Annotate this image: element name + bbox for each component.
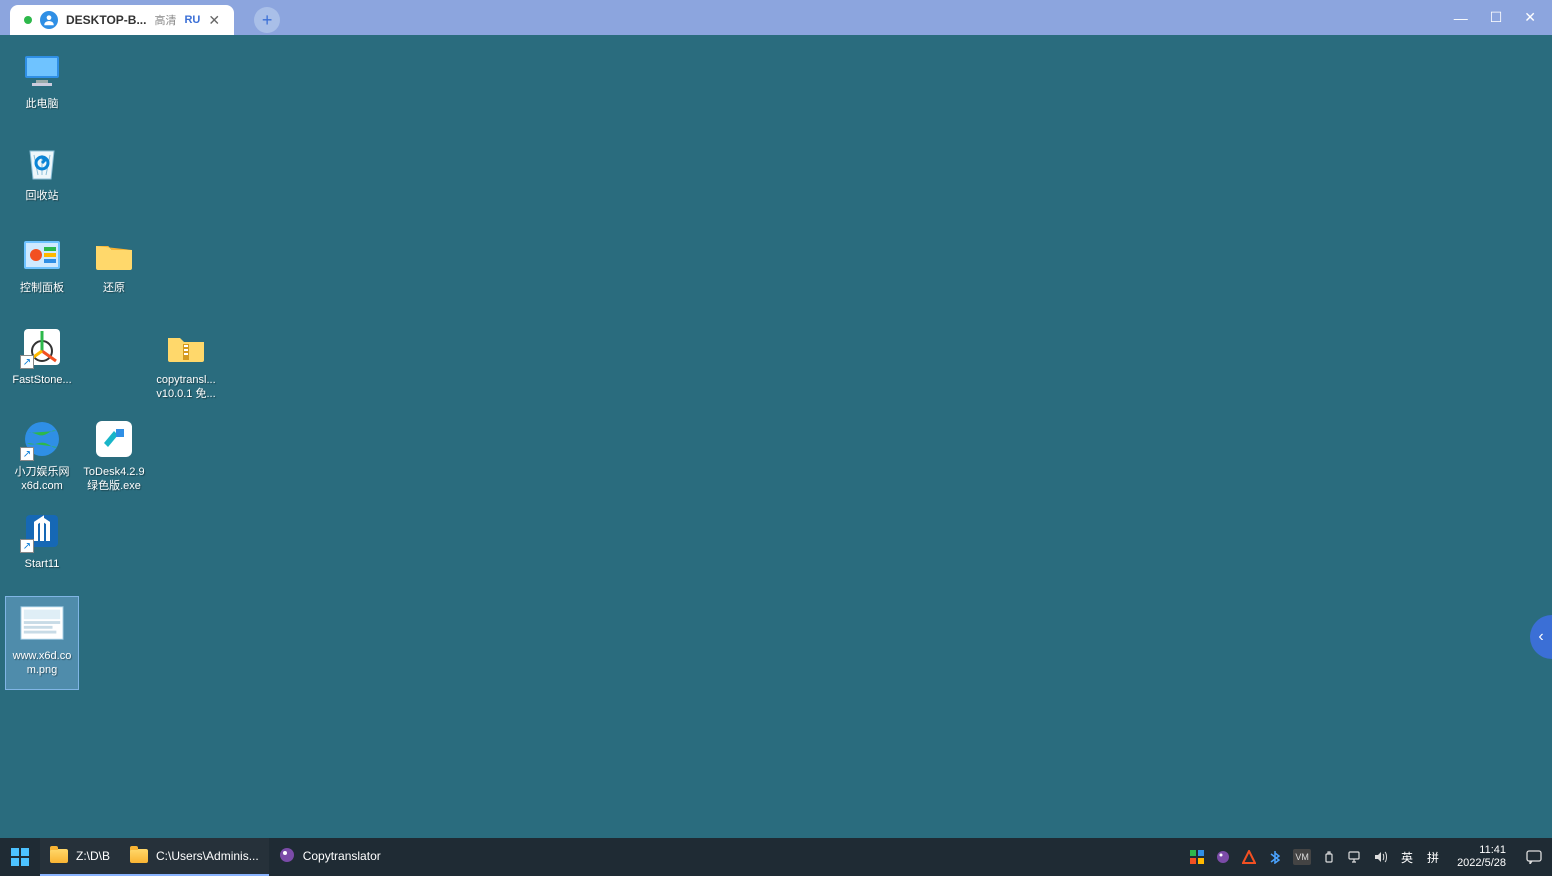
taskbar-item-explorer2[interactable]: C:\Users\Adminis... xyxy=(120,838,269,876)
clock-date: 2022/5/28 xyxy=(1457,857,1506,870)
minimize-button[interactable]: — xyxy=(1454,10,1468,26)
desktop-icon-label: 此电脑 xyxy=(26,97,59,111)
desktop-icon-label: 小刀娱乐网x6d.com xyxy=(15,465,70,493)
shortcut-arrow-icon: ↗ xyxy=(20,539,34,553)
host-tab-bar: DESKTOP-B... 高清 RU ✕ + — ☐ ✕ xyxy=(0,0,1552,35)
clock-time: 11:41 xyxy=(1457,844,1506,857)
connection-tab[interactable]: DESKTOP-B... 高清 RU ✕ xyxy=(10,5,234,35)
desktop-icon-this-pc[interactable]: 此电脑 xyxy=(6,45,78,137)
desktop-icon-label: 回收站 xyxy=(26,189,59,203)
desktop-icons-grid: 此电脑回收站控制面板 还原 ↗ FastStone... copytransl...v1… xyxy=(6,45,222,689)
taskbar-item-explorer1[interactable]: Z:\D\B xyxy=(40,838,120,876)
notifications-icon[interactable] xyxy=(1522,850,1546,864)
window-controls: — ☐ ✕ xyxy=(1454,0,1552,35)
taskbar-item-label: Z:\D\B xyxy=(76,849,110,863)
desktop-icon-todesk[interactable]: ToDesk4.2.9绿色版.exe xyxy=(78,413,150,505)
tab-quality-label: 高清 xyxy=(154,12,176,28)
this-pc-icon xyxy=(20,49,64,93)
usb-eject-icon[interactable] xyxy=(1321,849,1337,865)
maximize-button[interactable]: ☐ xyxy=(1490,9,1503,26)
desktop-icon-copytranslator-pkg[interactable]: copytransl...v10.0.1 免... xyxy=(150,321,222,413)
desktop-icon-x6d[interactable]: ↗ 小刀娱乐网x6d.com xyxy=(6,413,78,505)
desktop-icon-label: Start11 xyxy=(25,557,60,571)
close-tab-icon[interactable]: ✕ xyxy=(208,13,220,27)
volume-icon[interactable] xyxy=(1373,849,1389,865)
desktop-icon-control-panel[interactable]: 控制面板 xyxy=(6,229,78,321)
control-panel-icon xyxy=(20,233,64,277)
taskbar: Z:\D\BC:\Users\Adminis...Copytranslator … xyxy=(0,838,1552,876)
desktop-icon-faststone[interactable]: ↗ FastStone... xyxy=(6,321,78,413)
desktop-icon-x6d-png[interactable]: www.x6d.com.png xyxy=(6,597,78,689)
tab-marker: RU xyxy=(184,14,200,26)
tray-triangle-icon[interactable] xyxy=(1241,849,1257,865)
restore-icon xyxy=(92,233,136,277)
recycle-icon xyxy=(20,141,64,185)
taskbar-clock[interactable]: 11:41 2022/5/28 xyxy=(1451,844,1512,870)
ime-mode[interactable]: 拼 xyxy=(1425,849,1441,865)
desktop-icon-start11[interactable]: ↗ Start11 xyxy=(6,505,78,597)
side-handle[interactable]: ‹ xyxy=(1530,615,1552,659)
desktop-icon-label: 控制面板 xyxy=(20,281,64,295)
chevron-left-icon: ‹ xyxy=(1538,628,1543,646)
desktop-icon-label: copytransl...v10.0.1 免... xyxy=(156,373,215,401)
tab-title: DESKTOP-B... xyxy=(66,13,146,27)
system-tray: VM 英 拼 11:41 2022/5/28 xyxy=(1189,838,1552,876)
vm-icon[interactable]: VM xyxy=(1293,849,1311,865)
new-tab-button[interactable]: + xyxy=(254,7,280,33)
tray-app-icon[interactable] xyxy=(1215,849,1231,865)
tray-quickshare-icon[interactable] xyxy=(1189,849,1205,865)
folder-icon xyxy=(130,849,148,863)
taskbar-item-label: C:\Users\Adminis... xyxy=(156,849,259,863)
remote-desktop[interactable]: 此电脑回收站控制面板 还原 ↗ FastStone... copytransl...v1… xyxy=(0,35,1552,838)
network-icon[interactable] xyxy=(1347,849,1363,865)
status-dot-icon xyxy=(24,16,32,24)
todesk-icon xyxy=(92,417,136,461)
faststone-icon: ↗ xyxy=(20,325,64,369)
close-window-button[interactable]: ✕ xyxy=(1524,9,1536,26)
folder-icon xyxy=(50,849,68,863)
desktop-icon-label: www.x6d.com.png xyxy=(13,649,72,677)
desktop-icon-recycle[interactable]: 回收站 xyxy=(6,137,78,229)
bluetooth-icon[interactable] xyxy=(1267,849,1283,865)
desktop-icon-label: ToDesk4.2.9绿色版.exe xyxy=(83,465,144,493)
shortcut-arrow-icon: ↗ xyxy=(20,447,34,461)
copytranslator-pkg-icon xyxy=(164,325,208,369)
desktop-icon-label: FastStone... xyxy=(12,373,71,387)
start-button[interactable] xyxy=(0,838,40,876)
taskbar-item-label: Copytranslator xyxy=(303,849,381,863)
x6d-icon: ↗ xyxy=(20,417,64,461)
desktop-icon-restore[interactable]: 还原 xyxy=(78,229,150,321)
start11-icon: ↗ xyxy=(20,509,64,553)
ime-language[interactable]: 英 xyxy=(1399,849,1415,865)
x6d-png-icon xyxy=(20,601,64,645)
avatar-icon xyxy=(40,11,58,29)
taskbar-item-copytranslator[interactable]: Copytranslator xyxy=(269,838,391,876)
desktop-icon-label: 还原 xyxy=(103,281,125,295)
app-icon xyxy=(279,847,295,866)
shortcut-arrow-icon: ↗ xyxy=(20,355,34,369)
